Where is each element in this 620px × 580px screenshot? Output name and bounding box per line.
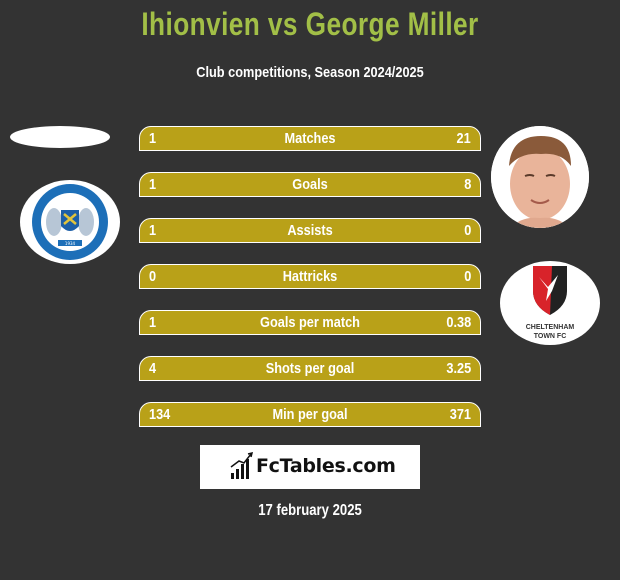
date-label: 17 february 2025: [258, 502, 362, 519]
stat-row-matches: 1 Matches 21: [139, 126, 481, 151]
right-value: 21: [456, 130, 471, 147]
stat-label: Goals per match: [260, 314, 360, 331]
left-value: 1: [149, 222, 157, 239]
right-value: 3.25: [446, 360, 471, 377]
right-value: 8: [463, 176, 471, 193]
right-player-photo[interactable]: [491, 126, 589, 228]
page-subtitle: Club competitions, Season 2024/2025: [196, 64, 424, 81]
right-value: 371: [449, 406, 471, 423]
left-value: 1: [149, 130, 157, 147]
stat-label: Assists: [287, 222, 333, 239]
left-team-badge[interactable]: 1934: [20, 180, 120, 264]
stat-row-shots-per-goal: 4 Shots per goal 3.25: [139, 356, 481, 381]
stat-label: Goals: [292, 176, 328, 193]
stat-label: Min per goal: [272, 406, 348, 423]
left-value: 4: [149, 360, 157, 377]
bar-chart-icon: [230, 451, 254, 479]
left-value: 0: [149, 268, 157, 285]
right-value: 0.38: [446, 314, 471, 331]
cheltenham-town-crest-icon: CHELTENHAM TOWN FC: [526, 266, 575, 340]
stat-row-goals-per-match: 1 Goals per match 0.38: [139, 310, 481, 335]
fctables-logo-link[interactable]: FcTables.com: [200, 445, 420, 489]
left-player-placeholder: [10, 126, 110, 148]
svg-text:CHELTENHAM: CHELTENHAM: [526, 324, 575, 331]
stat-row-min-per-goal: 134 Min per goal 371: [139, 402, 481, 427]
peterborough-united-crest-icon: 1934: [32, 184, 108, 260]
player-photo-icon: [491, 126, 589, 228]
stat-row-hattricks: 0 Hattricks 0: [139, 264, 481, 289]
right-team-badge[interactable]: CHELTENHAM TOWN FC: [500, 261, 600, 345]
svg-text:TOWN FC: TOWN FC: [534, 333, 567, 340]
stat-row-assists: 1 Assists 0: [139, 218, 481, 243]
svg-text:1934: 1934: [65, 241, 76, 246]
page-title: Ihionvien vs George Miller: [141, 6, 479, 42]
stat-label: Shots per goal: [265, 360, 355, 377]
stat-label: Matches: [284, 130, 336, 147]
left-value: 1: [149, 314, 157, 331]
brand-name: FcTables.com: [256, 455, 396, 477]
right-value: 0: [463, 268, 471, 285]
stat-label: Hattricks: [282, 268, 338, 285]
stat-row-goals: 1 Goals 8: [139, 172, 481, 197]
right-value: 0: [463, 222, 471, 239]
left-value: 1: [149, 176, 157, 193]
